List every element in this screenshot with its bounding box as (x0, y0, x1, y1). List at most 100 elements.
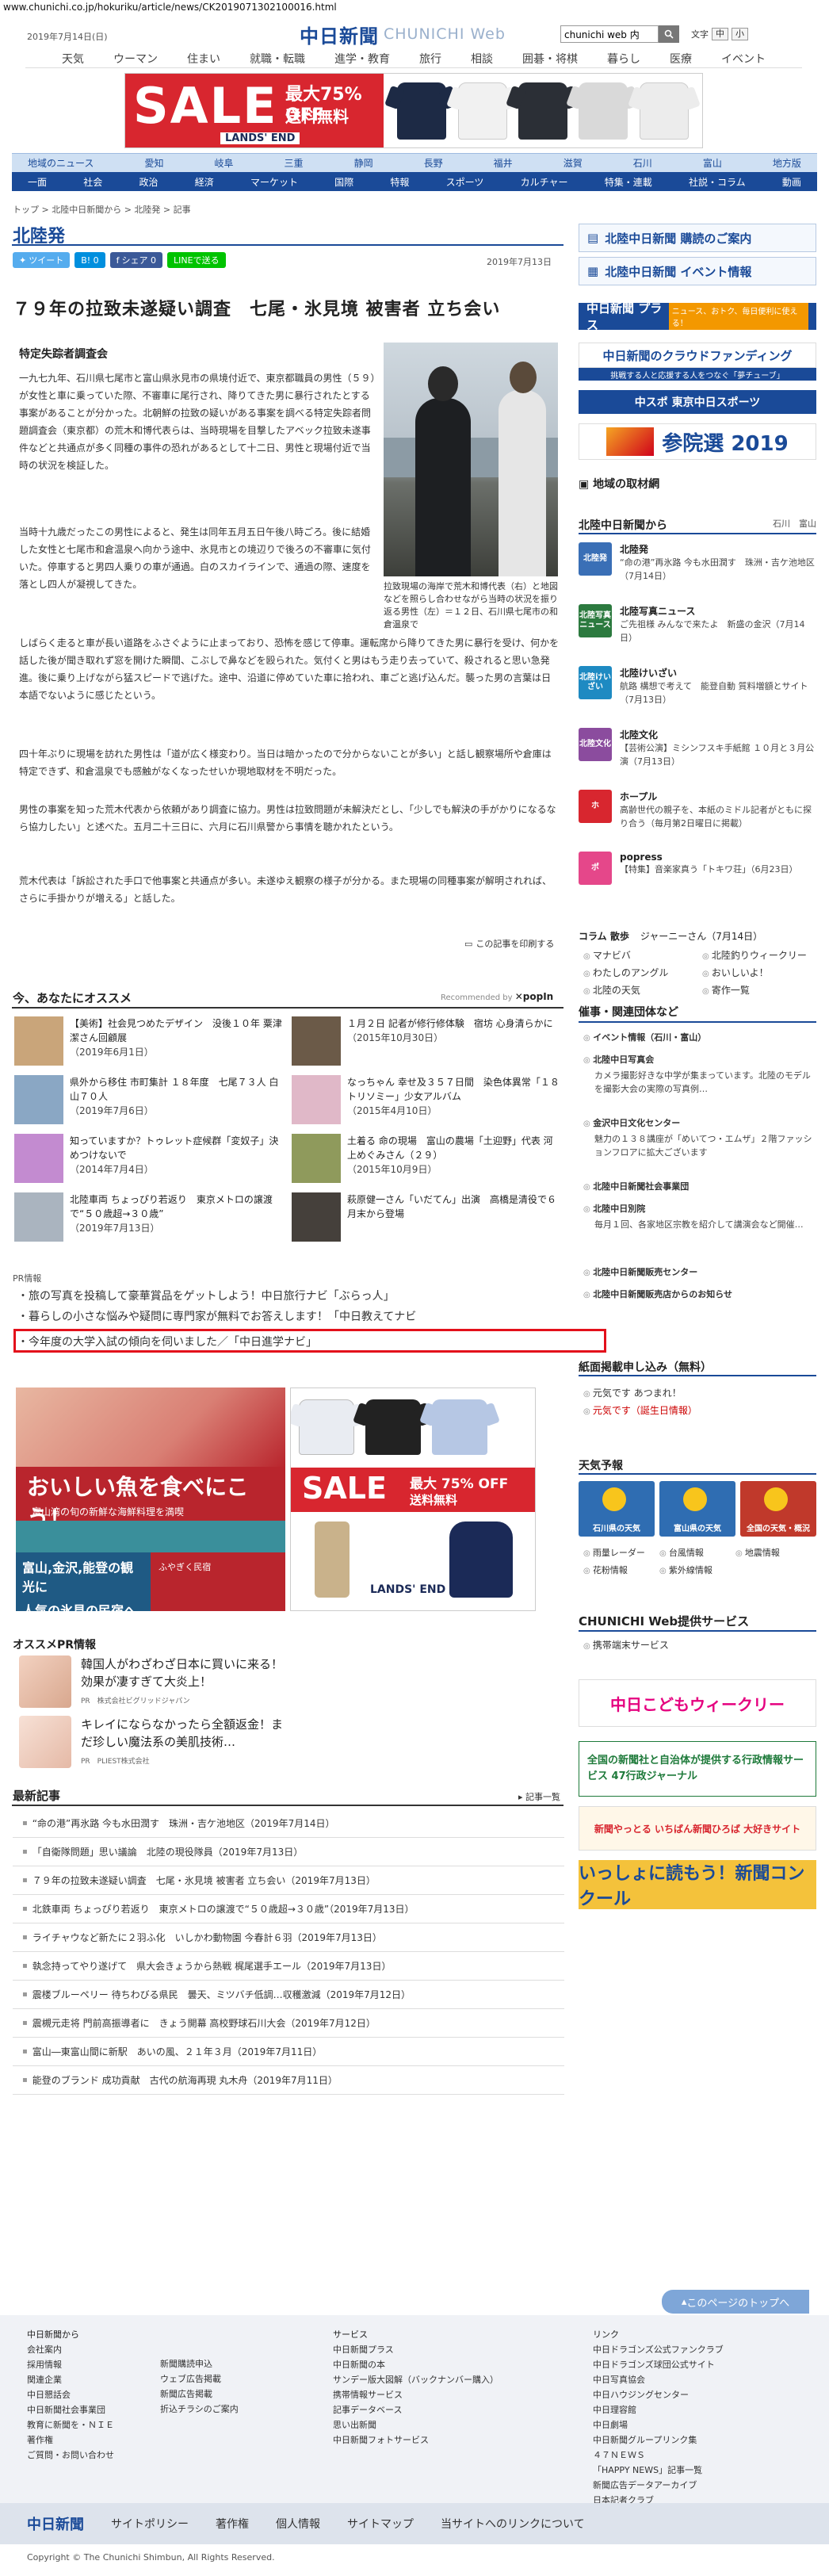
from-hokuriku-item[interactable]: ポ popress 【特集】音楽家真う「トキワ荘」（6月23日） (579, 852, 816, 885)
pr-link[interactable]: ・暮らしの小さな悩みや疑問に専門家が無料でお答えします！「中日教えてナビ (17, 1308, 416, 1324)
footer-link[interactable]: 携帯情報サービス (333, 2387, 499, 2402)
top-nav-item[interactable]: 天気 (57, 49, 89, 67)
hokuriku-link[interactable]: 北陸釣りウィークリー (702, 948, 807, 962)
breadcrumb[interactable]: トップ > 北陸中日新聞から > 北陸発 > 記事 (13, 203, 191, 216)
latest-item[interactable]: ７９年の拉致未遂疑い調査 七尾・氷見境 被害者 立ち会い（2019年7月13日） (13, 1866, 564, 1895)
minshuku-ad[interactable]: おいしい魚を食べにこう！ 富山湾の旬の新鮮な海鮮料理を満喫 ふやぎく民宿 富山,… (16, 1388, 285, 1611)
category-nav-item[interactable]: 社説・コラム (689, 175, 746, 189)
footer-link[interactable]: 関連企業 (27, 2372, 114, 2387)
weather-link[interactable]: 紫外線情報 (659, 1564, 712, 1576)
event-link[interactable]: 北陸中日新聞販売店からのお知らせ (583, 1288, 732, 1300)
apply-link[interactable]: 元気です（誕生日情報） (583, 1403, 697, 1417)
region-nav-item[interactable]: 滋賀 (563, 156, 583, 170)
event-link[interactable]: 金沢中日文化センター (583, 1116, 680, 1129)
event-link[interactable]: 北陸中日別院 (583, 1202, 645, 1215)
footer-link[interactable]: 思い出新聞 (333, 2417, 499, 2432)
event-link[interactable]: 北陸中日新聞販売センター (583, 1265, 697, 1278)
latest-item[interactable]: ライチャウなど新たに２羽ふ化 いしかわ動物園 今春計６羽（2019年7月13日） (13, 1923, 564, 1952)
hokuriku-link[interactable]: おいしいよ！ (702, 966, 769, 979)
latest-item[interactable]: 震槻元走将 門前高振導者に きょう開幕 高校野球石川大会（2019年7月12日） (13, 2009, 564, 2038)
events-button[interactable]: ▦ 北陸中日新聞 イベント情報 (579, 257, 816, 285)
recommend-item[interactable]: 土着る 命の現場 富山の農場「土迎野」代表 河上めぐみさん（２９） （2015年1… (292, 1134, 561, 1185)
search-button[interactable] (659, 25, 679, 43)
footer-logo[interactable]: 中日新聞 (27, 2513, 84, 2534)
weather-tile[interactable]: 富山県の天気 (659, 1481, 735, 1537)
latest-item[interactable]: 執念持ってやり遂げて 県大会きょうから熱戦 梶尾選手エール（2019年7月13日… (13, 1952, 564, 1981)
latest-item[interactable]: 震楼ブルーペリー 待ちわびる県民 曇天、ミツバチ低調…収穫激減（2019年7月1… (13, 1981, 564, 2009)
footer-link[interactable]: 中日写真協会 (593, 2372, 724, 2387)
footer-link[interactable]: 中日新聞グループリンク集 (593, 2432, 724, 2448)
footer-bar-link[interactable]: 個人情報 (276, 2516, 320, 2532)
region-nav-item[interactable]: 福井 (494, 156, 513, 170)
category-nav-item[interactable]: カルチャー (521, 175, 568, 189)
region-nav-item[interactable]: 愛知 (144, 156, 163, 170)
event-link[interactable]: イベント情報（石川・富山） (583, 1031, 706, 1043)
region-nav-item[interactable]: 石川 (633, 156, 652, 170)
region-nav-item[interactable]: 岐阜 (214, 156, 233, 170)
subscribe-button[interactable]: ▤ 北陸中日新聞 購読のご案内 (579, 224, 816, 252)
category-nav-item[interactable]: 特集・連載 (605, 175, 652, 189)
footer-link[interactable]: ご質問・お問い合わせ (27, 2448, 114, 2463)
category-nav-item[interactable]: スポーツ (446, 175, 484, 189)
from-hokuriku-item[interactable]: ホホープル 高齢世代の親子を、本紙のミドル記者がともに探り合う（毎月第2日曜日に掲… (579, 790, 816, 830)
top-nav-item[interactable]: 医療 (665, 49, 697, 67)
region-nav-item[interactable]: 静岡 (354, 156, 373, 170)
weather-link[interactable]: 雨量レーダー (583, 1546, 645, 1559)
recommend-item[interactable]: なっちゃん 幸せ及３５７日間 染色体異常「１８トリソミー」少女アルバム （2015… (292, 1075, 561, 1126)
latest-item[interactable]: 北鉄車両 ちょっぴり若返り 東京メトロの譲渡で“５０歳超→３０歳”（2019年7… (13, 1895, 564, 1923)
facebook-share-button[interactable]: f シェア 0 (109, 252, 163, 268)
weather-link[interactable]: 花粉情報 (583, 1564, 628, 1576)
footer-link[interactable]: 中日理容館 (593, 2402, 724, 2417)
region-nav-item[interactable]: 三重 (285, 156, 304, 170)
footer-link[interactable]: ウェブ広告掲載 (160, 2371, 239, 2387)
category-nav-item[interactable]: マーケット (250, 175, 298, 189)
latest-item[interactable]: “命の港”再氷路 今も水田潤す 珠洲・吉ケ池地区（2019年7月14日） (13, 1809, 564, 1838)
footer-link[interactable]: 中日懇話会 (27, 2387, 114, 2402)
hokuriku-link[interactable]: 北陸の天気 (583, 983, 640, 997)
kodomo-weekly-banner[interactable]: 中日こどもウィークリー (579, 1679, 816, 1727)
region-nav-item[interactable]: 富山 (703, 156, 722, 170)
footer-link[interactable]: ４７ＮＥＷＳ (593, 2448, 724, 2463)
recommend-item[interactable]: 県外から移住 市町集計 １８年度 七尾７３人 白山７０人 （2019年7月6日） (14, 1075, 284, 1126)
latest-more-link[interactable]: ▸ 記事一覧 (518, 1790, 560, 1803)
category-nav-item[interactable]: 社会 (83, 175, 102, 189)
pr-link[interactable]: ・旅の写真を投稿して豪華賞品をゲットしよう！中日旅行ナビ「ぶらっ人」 (17, 1288, 395, 1303)
footer-link[interactable]: 中日ドラゴンズ公式ファンクラブ (593, 2342, 724, 2357)
hokuriku-link[interactable]: 寄作一覧 (702, 983, 750, 997)
gyosei-banner[interactable]: 全国の新聞社と自治体が提供する行政情報サービス 47行政ジャーナル (579, 1741, 816, 1797)
hokuriku-link[interactable]: わたしのアングル (583, 966, 669, 979)
category-nav-item[interactable]: 国際 (334, 175, 353, 189)
bureau-link[interactable]: ▣ 地域の取材網 (579, 476, 816, 492)
latest-item[interactable]: 「自衛隊問題」思い議論 北陸の現役隊員（2019年7月13日） (13, 1838, 564, 1866)
weather-tile[interactable]: 全国の天気・概況 (740, 1481, 816, 1537)
recommend-item[interactable]: 【美術】社会見つめたデザイン 没後１０年 粟津潔さん回顧展 （2019年6月1日） (14, 1016, 284, 1067)
footer-link[interactable]: 中日新聞社会事業団 (27, 2402, 114, 2417)
category-nav-item[interactable]: 政治 (139, 175, 158, 189)
footer-link[interactable]: 記事データベース (333, 2402, 499, 2417)
font-medium-button[interactable]: 中 (712, 28, 728, 40)
election-banner[interactable]: 参院選 2019 (579, 423, 816, 460)
osusume-pr-item[interactable]: 韓国人がわざわざ日本に買いに来る！効果が凄すぎて大炎上！ PR 株式会社ビグリッド… (19, 1655, 288, 1708)
weather-link[interactable]: 台風情報 (659, 1546, 704, 1559)
footer-bar-link[interactable]: サイトポリシー (111, 2516, 189, 2532)
line-share-button[interactable]: LINEで送る (167, 252, 226, 268)
article-photo[interactable] (384, 343, 558, 576)
region-nav-item[interactable]: 地域のニュース (28, 156, 94, 170)
weather-link[interactable]: 地震情報 (735, 1546, 780, 1559)
from-hokuriku-item[interactable]: 北陸写真ニュース 北陸写真ニュース ご先祖様 みんなで来たよ 新盛の金沢（7月14日… (579, 604, 816, 645)
footer-link[interactable]: 中日新聞フォトサービス (333, 2432, 499, 2448)
footer-link[interactable]: 会社案内 (27, 2342, 114, 2357)
event-link[interactable]: 北陸中日新聞社会事業団 (583, 1180, 689, 1192)
landsend-ad[interactable]: SALE 最大 75% OFF 送料無料 LANDS' END (290, 1388, 536, 1611)
recommend-item[interactable]: 北陸車両 ちょっぴり若返り 東京メトロの譲渡で“５０歳超→３０歳” （2019年7… (14, 1192, 284, 1243)
footer-link[interactable]: 「HAPPY NEWS」記事一覧 (593, 2463, 724, 2478)
footer-link[interactable]: 中日劇場 (593, 2417, 724, 2432)
chunichi-sports-banner[interactable]: 中スポ 東京中日スポーツ (579, 390, 816, 414)
osusume-pr-item[interactable]: キレイにならなかったら全額返金！まだ珍しい魔法系の美肌技術… PR PLIEST株… (19, 1716, 288, 1768)
footer-link[interactable]: 中日新聞の本 (333, 2357, 499, 2372)
crowdfunding-banner[interactable]: 中日新聞のクラウドファンディング (579, 343, 816, 368)
from-hokuriku-item[interactable]: 北陸発 北陸発 “命の港”再氷路 今も水田潤す 珠洲・吉ケ池地区（7月14日） (579, 542, 816, 583)
weather-tile[interactable]: 石川県の天気 (579, 1481, 655, 1537)
top-nav-item[interactable]: 就職・転職 (245, 49, 310, 67)
footer-bar-link[interactable]: サイトマップ (347, 2516, 414, 2532)
